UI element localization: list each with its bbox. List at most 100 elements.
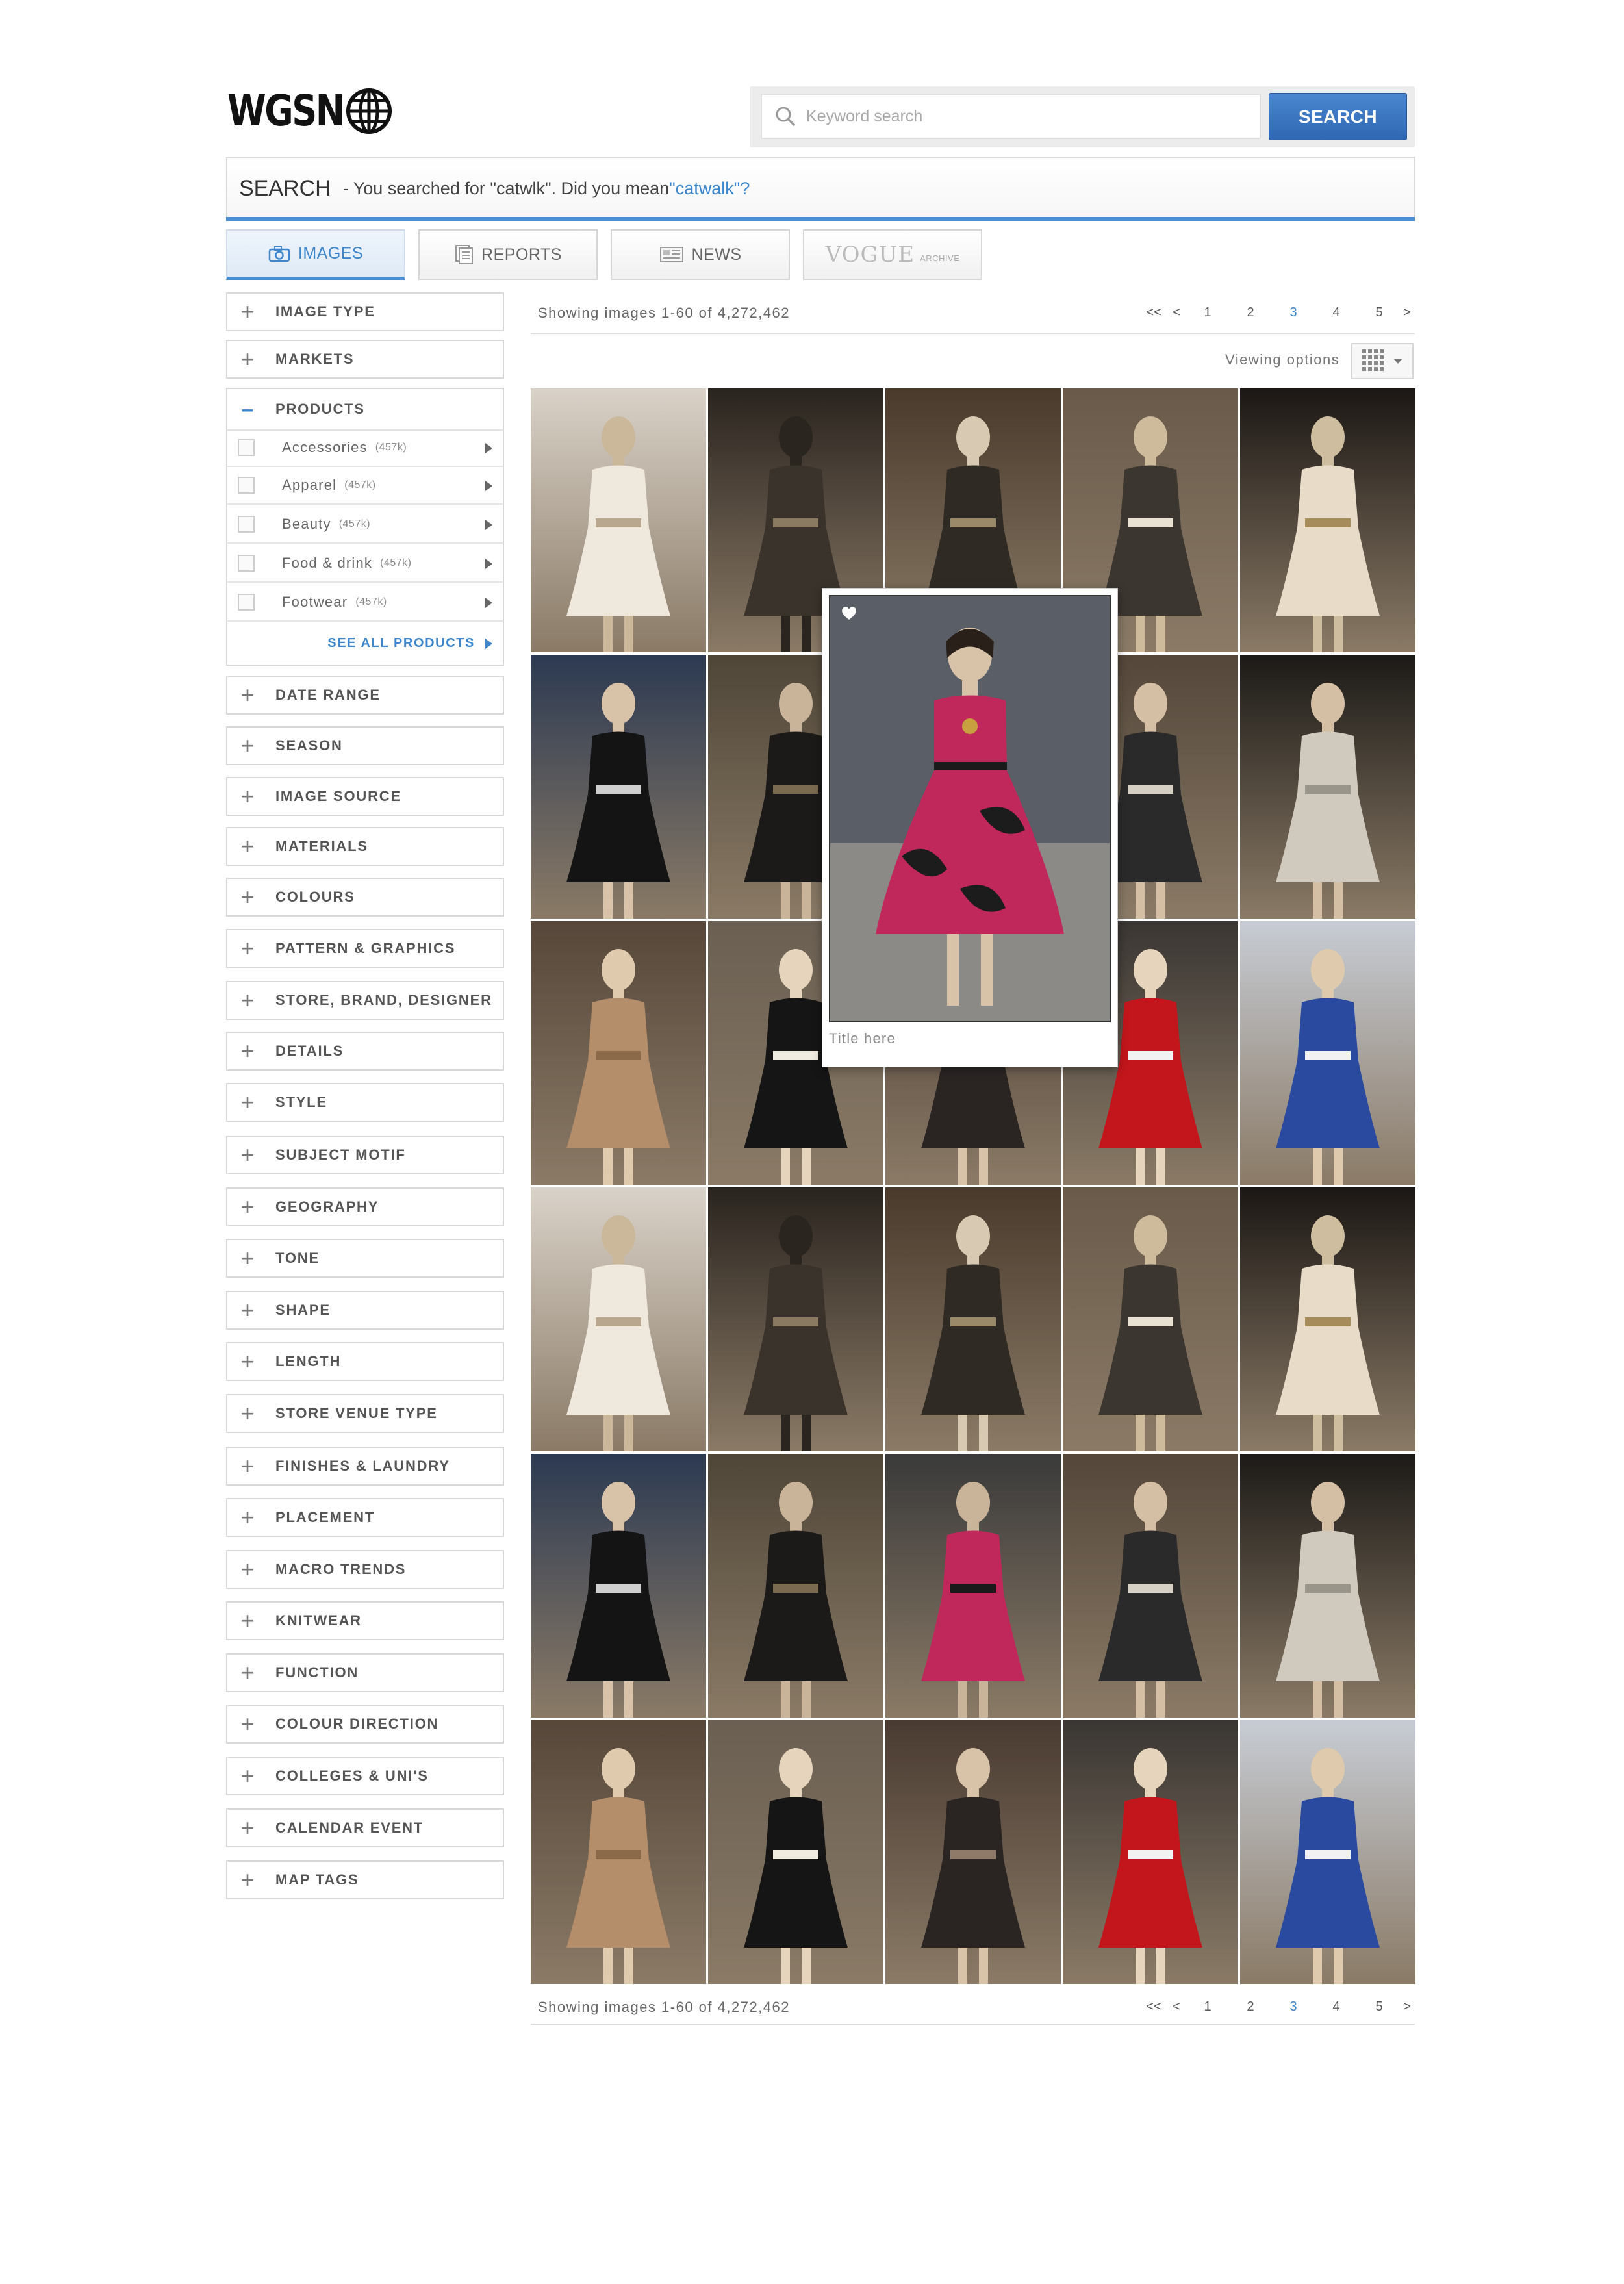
- arrow-right-icon[interactable]: [485, 520, 492, 530]
- search-field[interactable]: [761, 94, 1261, 139]
- preview-image[interactable]: [829, 595, 1111, 1022]
- page-4-link[interactable]: 4: [1315, 1999, 1358, 2014]
- filter-placement[interactable]: + PLACEMENT: [226, 1498, 504, 1537]
- filter-function[interactable]: + FUNCTION: [226, 1653, 504, 1692]
- filter-store-brand-designer[interactable]: + STORE, BRAND, DESIGNER: [226, 981, 504, 1020]
- image-tile[interactable]: [1240, 1187, 1415, 1451]
- filter-markets[interactable]: + MARKETS: [226, 340, 504, 379]
- first-page-button[interactable]: <<: [1141, 1999, 1167, 2014]
- filter-geography[interactable]: + GEOGRAPHY: [226, 1187, 504, 1226]
- filter-pattern-graphics[interactable]: + PATTERN & GRAPHICS: [226, 929, 504, 968]
- page-2-link[interactable]: 2: [1229, 305, 1272, 320]
- image-tile[interactable]: [1240, 1720, 1415, 1984]
- first-page-button[interactable]: <<: [1141, 305, 1167, 320]
- filter-knitwear[interactable]: + KNITWEAR: [226, 1601, 504, 1640]
- filter-materials[interactable]: + MATERIALS: [226, 827, 504, 866]
- tab-images-label: IMAGES: [298, 244, 364, 262]
- product-checkbox[interactable]: [238, 516, 255, 533]
- view-options-dropdown[interactable]: [1351, 343, 1414, 379]
- product-checkbox[interactable]: [238, 555, 255, 572]
- see-all-products-link[interactable]: SEE ALL PRODUCTS: [327, 636, 492, 651]
- image-tile[interactable]: [885, 1454, 1061, 1718]
- image-tile[interactable]: [531, 921, 706, 1185]
- image-tile[interactable]: [708, 1454, 883, 1718]
- runway-photo: [708, 1720, 883, 1984]
- filter-macro-trends[interactable]: + MACRO TRENDS: [226, 1550, 504, 1589]
- filter-image-type[interactable]: + IMAGE TYPE: [226, 292, 504, 331]
- filter-label: MATERIALS: [275, 838, 368, 854]
- filter-calendar-event[interactable]: + CALENDAR EVENT: [226, 1808, 504, 1847]
- filter-shape[interactable]: + SHAPE: [226, 1291, 504, 1330]
- image-tile[interactable]: [1063, 1454, 1238, 1718]
- image-tile[interactable]: [708, 1187, 883, 1451]
- image-tile[interactable]: [708, 1720, 883, 1984]
- page-3-link[interactable]: 3: [1272, 1999, 1315, 2014]
- image-tile[interactable]: [531, 1187, 706, 1451]
- filter-tone[interactable]: + TONE: [226, 1239, 504, 1278]
- arrow-right-icon[interactable]: [485, 481, 492, 491]
- filter-finishes-laundry[interactable]: + FINISHES & LAUNDRY: [226, 1447, 504, 1486]
- search-suggestion-link[interactable]: "catwalk"?: [669, 179, 750, 199]
- image-tile[interactable]: [531, 1720, 706, 1984]
- image-tile[interactable]: [531, 388, 706, 652]
- product-checkbox[interactable]: [238, 477, 255, 494]
- filter-colours[interactable]: + COLOURS: [226, 878, 504, 917]
- filter-details[interactable]: + DETAILS: [226, 1032, 504, 1071]
- heart-icon[interactable]: [841, 605, 857, 621]
- arrow-right-icon[interactable]: [485, 559, 492, 569]
- tab-news-label: NEWS: [691, 245, 742, 264]
- page-1-link[interactable]: 1: [1186, 305, 1229, 320]
- filter-map-tags[interactable]: + MAP TAGS: [226, 1860, 504, 1899]
- image-tile[interactable]: [531, 655, 706, 919]
- image-tile[interactable]: [1240, 655, 1415, 919]
- runway-photo: [1240, 1454, 1415, 1718]
- filter-length[interactable]: + LENGTH: [226, 1342, 504, 1381]
- filter-subject-motif[interactable]: + SUBJECT MOTIF: [226, 1136, 504, 1174]
- image-tile[interactable]: [1063, 1720, 1238, 1984]
- image-tile[interactable]: [885, 1720, 1061, 1984]
- divider: [531, 333, 1415, 334]
- product-row-food-drink[interactable]: Food & drink (457k): [227, 545, 503, 583]
- product-checkbox[interactable]: [238, 439, 255, 456]
- prev-page-button[interactable]: <: [1167, 1999, 1186, 2014]
- next-page-button[interactable]: >: [1401, 1999, 1414, 2014]
- filter-colleges-uni-s[interactable]: + COLLEGES & UNI'S: [226, 1757, 504, 1795]
- filter-style[interactable]: + STYLE: [226, 1083, 504, 1122]
- product-checkbox[interactable]: [238, 594, 255, 611]
- product-row-apparel[interactable]: Apparel (457k): [227, 467, 503, 505]
- filter-image-source[interactable]: + IMAGE SOURCE: [226, 777, 504, 816]
- product-row-accessories[interactable]: Accessories (457k): [227, 429, 503, 467]
- wgsn-logo[interactable]: WGSN: [227, 88, 392, 134]
- page-3-link[interactable]: 3: [1272, 305, 1315, 320]
- arrow-right-icon[interactable]: [485, 443, 492, 453]
- page-2-link[interactable]: 2: [1229, 1999, 1272, 2014]
- filter-date-range[interactable]: + DATE RANGE: [226, 676, 504, 715]
- image-preview-popup[interactable]: Title here: [822, 588, 1118, 1067]
- image-tile[interactable]: [1240, 1454, 1415, 1718]
- page-1-link[interactable]: 1: [1186, 1999, 1229, 2014]
- see-all-products-label: SEE ALL PRODUCTS: [327, 636, 475, 650]
- image-tile[interactable]: [1240, 388, 1415, 652]
- page-5-link[interactable]: 5: [1358, 305, 1401, 320]
- page-5-link[interactable]: 5: [1358, 1999, 1401, 2014]
- image-tile[interactable]: [1240, 921, 1415, 1185]
- product-row-footwear[interactable]: Footwear (457k): [227, 584, 503, 622]
- product-row-beauty[interactable]: Beauty (457k): [227, 506, 503, 544]
- tab-vogue-archive[interactable]: VOGUE ARCHIVE: [803, 229, 982, 280]
- page-4-link[interactable]: 4: [1315, 305, 1358, 320]
- image-tile[interactable]: [1063, 1187, 1238, 1451]
- filter-products-header[interactable]: – PRODUCTS: [227, 389, 503, 431]
- filter-season[interactable]: + SEASON: [226, 726, 504, 765]
- image-tile[interactable]: [531, 1454, 706, 1718]
- filter-store-venue-type[interactable]: + STORE VENUE TYPE: [226, 1394, 504, 1433]
- tab-news[interactable]: NEWS: [611, 229, 790, 280]
- image-tile[interactable]: [885, 1187, 1061, 1451]
- next-page-button[interactable]: >: [1401, 305, 1414, 320]
- prev-page-button[interactable]: <: [1167, 305, 1186, 320]
- arrow-right-icon[interactable]: [485, 598, 492, 608]
- tab-images[interactable]: IMAGES: [226, 229, 405, 280]
- filter-colour-direction[interactable]: + COLOUR DIRECTION: [226, 1705, 504, 1744]
- tab-reports[interactable]: REPORTS: [418, 229, 598, 280]
- search-button[interactable]: SEARCH: [1269, 93, 1407, 140]
- search-input[interactable]: [805, 106, 1249, 127]
